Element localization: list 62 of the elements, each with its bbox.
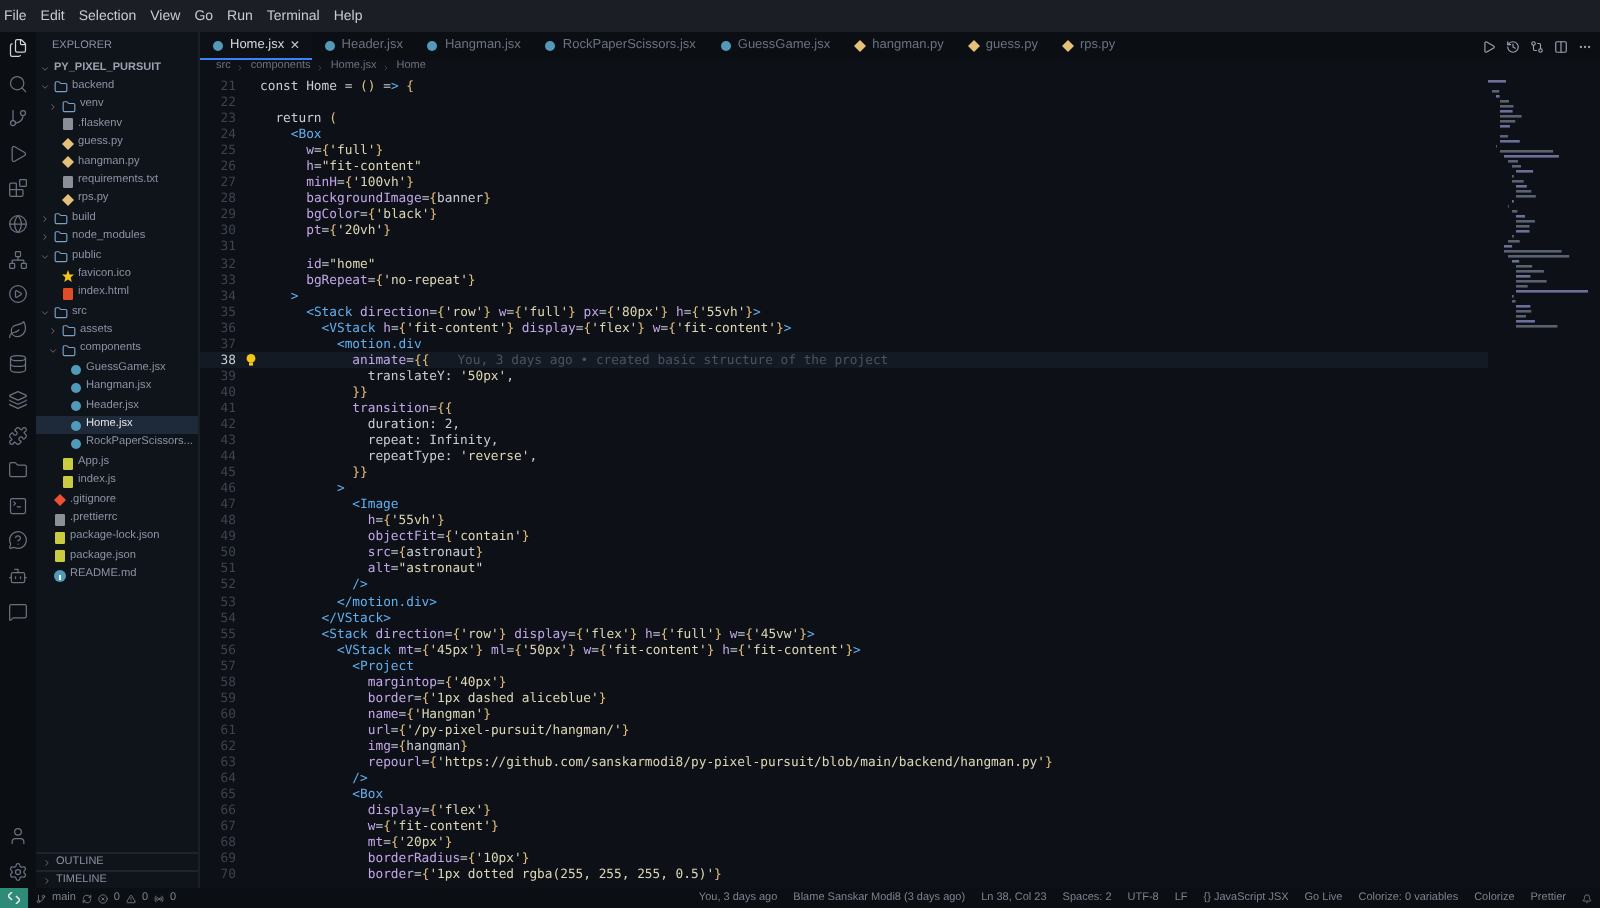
- globe-icon[interactable]: [8, 213, 28, 234]
- branch-icon[interactable]: [8, 108, 28, 129]
- dot-icon: [323, 40, 336, 52]
- dot-icon: [544, 40, 557, 52]
- dot-icon: [426, 40, 439, 52]
- dot-icon: [70, 419, 82, 432]
- folder-icon[interactable]: [8, 460, 28, 481]
- folder-icon: [54, 305, 68, 320]
- folder-icon: [62, 324, 76, 339]
- info-icon: [54, 569, 66, 582]
- file-icon: [62, 175, 74, 188]
- remote-icon: [8, 892, 20, 904]
- folder-icon: [54, 211, 68, 226]
- dot-icon: [212, 39, 224, 51]
- leaf-icon[interactable]: [8, 319, 28, 340]
- dot-icon: [70, 381, 82, 394]
- lightbulb-icon[interactable]: [245, 353, 255, 366]
- folder-icon: [54, 80, 68, 95]
- blocks-icon[interactable]: [8, 178, 28, 199]
- sync-icon[interactable]: [81, 893, 92, 903]
- files-icon[interactable]: [8, 38, 28, 58]
- diamond-icon: [62, 194, 74, 207]
- chat-question-icon[interactable]: [8, 530, 28, 551]
- file-icon: [62, 287, 74, 300]
- compare-icon[interactable]: [1530, 39, 1544, 53]
- dot-icon: [70, 400, 82, 413]
- search-icon[interactable]: [8, 73, 28, 94]
- branch-icon: [36, 893, 46, 903]
- remote-button[interactable]: [0, 888, 28, 908]
- split-editor-icon[interactable]: [1554, 39, 1568, 53]
- run-icon[interactable]: [1482, 39, 1496, 53]
- tab-close[interactable]: ×: [290, 37, 300, 53]
- star-icon: [62, 269, 74, 282]
- account-icon[interactable]: [8, 826, 28, 847]
- network-icon[interactable]: [8, 249, 28, 270]
- settings-icon[interactable]: [8, 862, 28, 882]
- history-icon[interactable]: [1506, 39, 1520, 53]
- puzzle-icon[interactable]: [8, 425, 28, 446]
- diamond-icon: [854, 40, 867, 52]
- dot-icon: [719, 40, 732, 52]
- folder-icon: [54, 230, 68, 245]
- dot-icon: [70, 438, 82, 451]
- chevron-down-icon: [40, 64, 50, 74]
- database-icon[interactable]: [8, 354, 28, 375]
- diamond-icon: [967, 40, 980, 52]
- error-icon: [97, 893, 108, 903]
- robot-icon[interactable]: [8, 565, 28, 586]
- folder-icon: [62, 99, 76, 114]
- play-icon[interactable]: [8, 143, 28, 164]
- ports-icon: [154, 893, 165, 903]
- diamond-icon: [1061, 40, 1074, 52]
- layers-icon[interactable]: [8, 389, 28, 410]
- bell-icon[interactable]: [1582, 893, 1592, 903]
- chat-icon[interactable]: [8, 601, 28, 621]
- circle-play-icon[interactable]: [8, 284, 28, 305]
- dot-icon: [70, 363, 82, 376]
- folder-icon: [62, 343, 76, 358]
- folder-icon: [54, 249, 68, 264]
- diamond-icon: [54, 494, 66, 507]
- warning-icon: [125, 893, 136, 903]
- terminal-icon[interactable]: [8, 495, 28, 516]
- file-icon: [62, 118, 74, 131]
